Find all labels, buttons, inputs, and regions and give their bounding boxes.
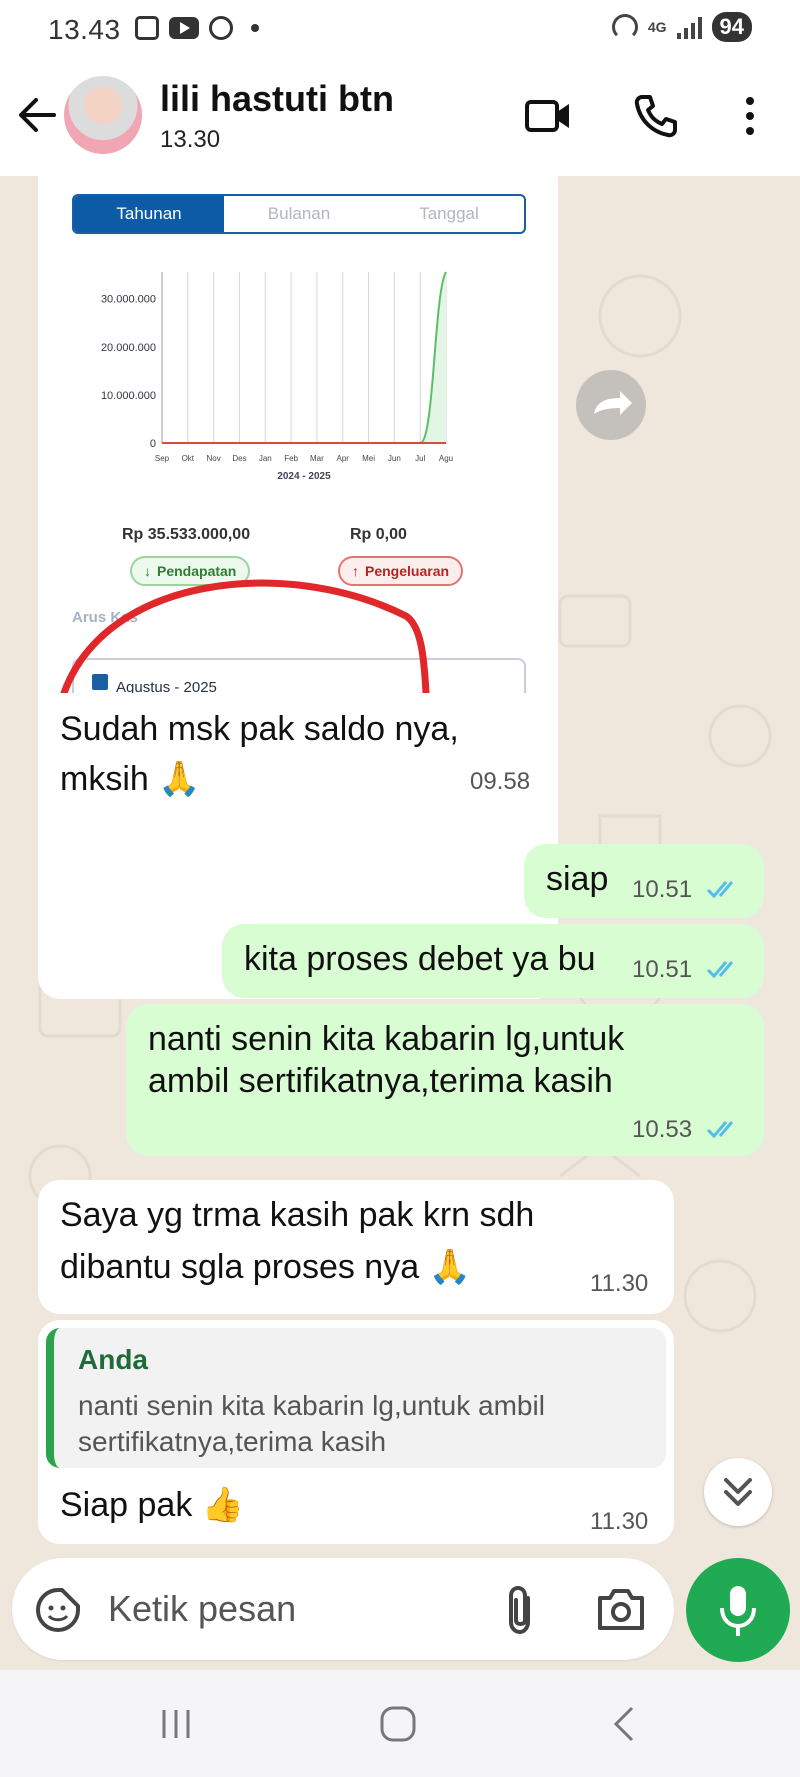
system-navigation-bar <box>0 1670 800 1777</box>
signal-icon <box>676 15 702 39</box>
message-text: ambil sertifikatnya,terima kasih <box>148 1062 613 1100</box>
message-time: 10.53 <box>632 1116 693 1143</box>
message-time: 11.30 <box>590 1508 649 1535</box>
threads-icon <box>209 16 233 40</box>
input-placeholder: Ketik pesan <box>108 1588 297 1629</box>
sticker-icon[interactable] <box>34 1586 82 1634</box>
recent-apps-icon[interactable] <box>156 1704 196 1744</box>
message-time: 10.51 <box>632 876 693 903</box>
outgoing-message[interactable]: kita proses debet ya bu 10.51 <box>222 924 764 998</box>
outgoing-message[interactable]: nanti senin kita kabarin lg,untuk ambil … <box>126 1004 764 1156</box>
chat-header: lili hastuti btn 13.30 <box>0 58 800 176</box>
outgoing-message[interactable]: siap 10.51 <box>524 844 764 918</box>
back-arrow-icon[interactable] <box>16 94 58 136</box>
quote-author: Anda <box>78 1344 148 1375</box>
message-input[interactable]: Ketik pesan <box>12 1558 674 1660</box>
message-text: kita proses debet ya bu <box>244 940 596 978</box>
read-ticks-icon <box>706 961 734 979</box>
message-text: Sudah msk pak saldo nya, <box>60 710 459 748</box>
voice-call-icon[interactable] <box>632 92 680 140</box>
message-text: mksih 🙏 <box>60 760 201 798</box>
read-ticks-icon <box>706 881 734 899</box>
message-text: dibantu sgla proses nya 🙏 <box>60 1248 471 1286</box>
hotspot-icon <box>611 14 638 40</box>
quoted-message[interactable]: Anda nanti senin kita kabarin lg,untuk a… <box>46 1328 666 1468</box>
read-ticks-icon <box>706 1121 734 1139</box>
message-time: 11.30 <box>590 1270 649 1297</box>
home-icon[interactable] <box>378 1704 418 1744</box>
youtube-icon <box>169 17 199 39</box>
scroll-to-bottom-icon[interactable] <box>704 1458 772 1526</box>
back-icon[interactable] <box>604 1704 644 1744</box>
status-time: 13.43 <box>48 14 121 45</box>
incoming-message[interactable]: Saya yg trma kasih pak krn sdh dibantu s… <box>38 1180 674 1314</box>
message-composer: Ketik pesan <box>0 1554 800 1670</box>
forward-icon[interactable] <box>576 370 646 440</box>
contact-name[interactable]: lili hastuti btn <box>160 78 394 120</box>
status-bar: 13.43 4G 94 <box>0 0 800 58</box>
message-text: Siap pak 👍 <box>60 1486 245 1524</box>
avatar[interactable] <box>64 76 142 154</box>
attach-icon[interactable] <box>500 1584 540 1636</box>
more-options-icon[interactable] <box>726 92 774 140</box>
video-call-icon[interactable] <box>524 92 572 140</box>
message-text: siap <box>546 860 609 898</box>
chat-area[interactable]: Tahunan Bulanan Tanggal Sep Okt Nov Des Jan F… <box>0 176 800 1554</box>
notification-icons <box>135 16 259 40</box>
incoming-reply-message[interactable]: Anda nanti senin kita kabarin lg,untuk a… <box>38 1320 674 1544</box>
more-notifications-icon <box>251 24 259 32</box>
quote-text: nanti senin kita kabarin lg,untuk ambil … <box>78 1390 545 1457</box>
incoming-image-message[interactable]: Tahunan Bulanan Tanggal Sep Okt Nov Des Jan F… <box>38 176 558 999</box>
shared-screenshot[interactable]: Tahunan Bulanan Tanggal Sep Okt Nov Des Jan F… <box>46 176 550 693</box>
battery-level: 94 <box>711 12 752 42</box>
camera-icon[interactable] <box>596 1586 646 1632</box>
message-time: 10.51 <box>632 956 693 983</box>
message-time: 09.58 <box>470 768 531 795</box>
system-icons: 4G 94 <box>611 12 752 42</box>
last-seen: 13.30 <box>160 126 221 153</box>
screenshot-icon <box>135 16 159 40</box>
network-type: 4G <box>647 19 667 35</box>
message-text: Saya yg trma kasih pak krn sdh <box>60 1196 535 1234</box>
microphone-icon[interactable] <box>686 1558 790 1662</box>
red-annotation-arc <box>60 579 430 693</box>
